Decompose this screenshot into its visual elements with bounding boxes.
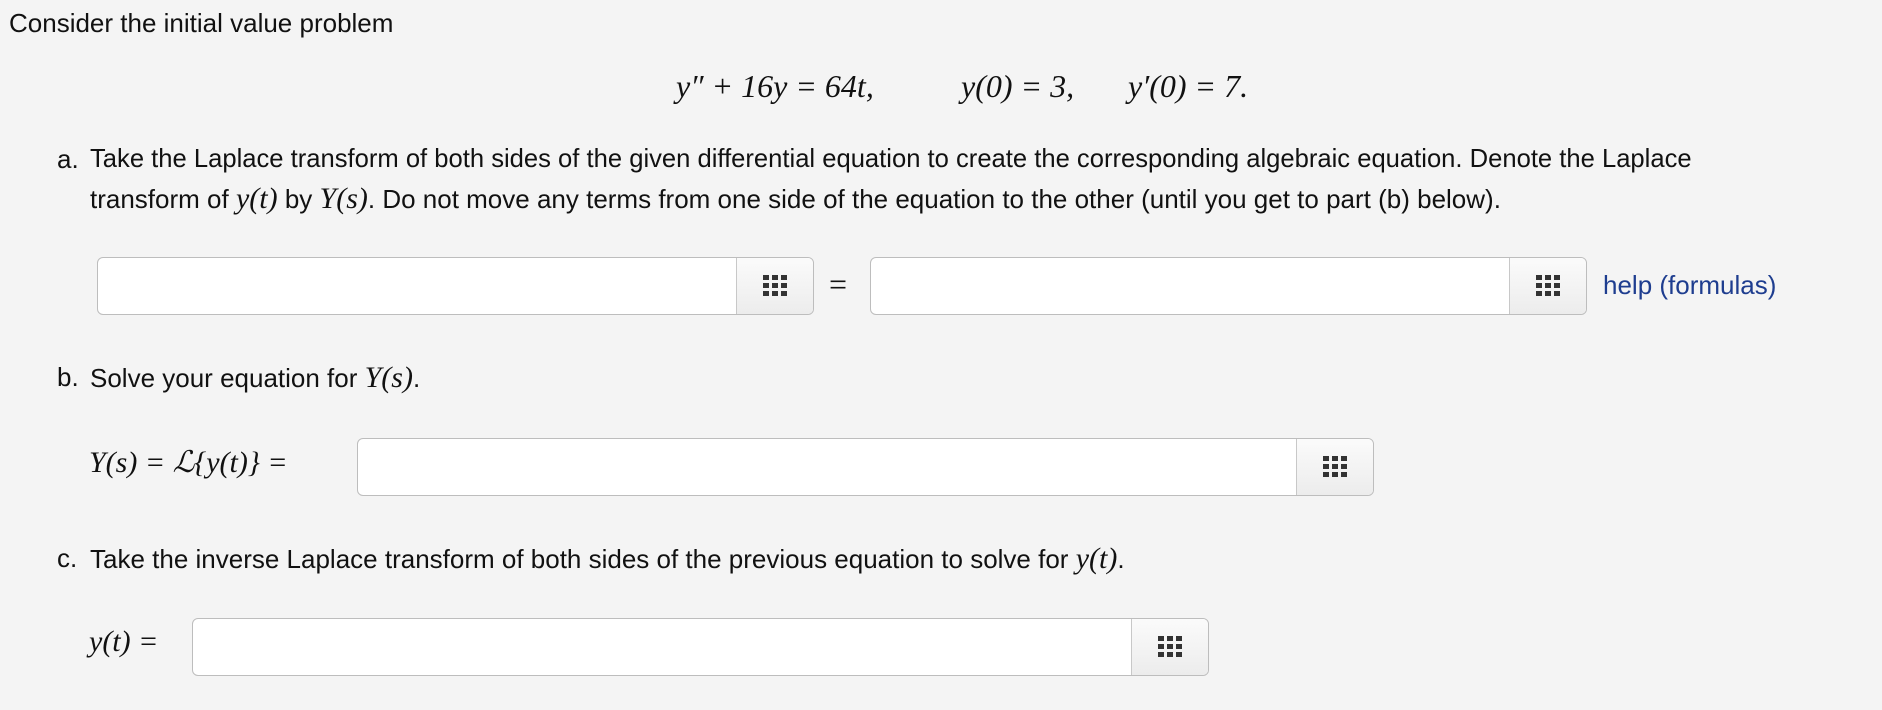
part-c-period: .	[1117, 544, 1125, 574]
equation-editor-button-b[interactable]	[1296, 439, 1373, 495]
grid-icon	[1536, 275, 1560, 296]
help-formulas-link[interactable]: help (formulas)	[1603, 266, 1776, 304]
grid-icon	[1323, 456, 1347, 477]
answer-a-left-input[interactable]	[98, 258, 736, 314]
part-a-Ys: Y(s)	[319, 182, 368, 215]
part-c-instruction: Take the inverse Laplace transform of bo…	[90, 539, 1125, 579]
part-b-period: .	[412, 363, 421, 393]
part-b-var: Y(s)	[364, 361, 413, 394]
part-c-prefix: y(t) =	[89, 625, 159, 658]
part-a-line1: Take the Laplace transform of both sides…	[90, 145, 1692, 173]
answer-a-left-field	[97, 257, 814, 315]
part-b-marker: b.	[57, 362, 79, 392]
part-c-marker: c.	[57, 543, 78, 573]
part-a-by: by	[284, 184, 313, 214]
equation-editor-button-a-right[interactable]	[1509, 258, 1586, 314]
initial-condition-1: y(0) = 3,	[961, 68, 1075, 104]
answer-c-input[interactable]	[193, 619, 1131, 675]
ode-equation: y″ + 16y = 64t,	[676, 68, 874, 104]
answer-a-right-input[interactable]	[871, 258, 1509, 314]
part-c-text: Take the inverse Laplace transform of bo…	[90, 544, 1069, 574]
part-a-line2-post: . Do not move any terms from one side of…	[367, 184, 1501, 214]
part-a-yt: y(t)	[235, 182, 278, 215]
part-b-text: Solve your equation for	[90, 363, 358, 393]
part-a-line2-pre: transform of	[90, 184, 229, 214]
grid-icon	[763, 275, 787, 296]
answer-b-input[interactable]	[358, 439, 1296, 495]
answer-c-field	[192, 618, 1209, 676]
equation-editor-button-c[interactable]	[1131, 619, 1208, 675]
part-b-instruction: Solve your equation for Y(s).	[90, 358, 420, 398]
initial-condition-2: y′(0) = 7.	[1128, 68, 1249, 104]
intro-text: Consider the initial value problem	[9, 8, 394, 38]
equals-sign: =	[829, 266, 848, 302]
grid-icon	[1158, 636, 1182, 657]
answer-b-field	[357, 438, 1374, 496]
answer-a-right-field	[870, 257, 1587, 315]
equation-editor-button-a-left[interactable]	[736, 258, 813, 314]
part-a-line2: transform of y(t) by Y(s). Do not move a…	[90, 179, 1501, 219]
part-c-var: y(t)	[1075, 542, 1118, 575]
part-b-prefix: Y(s) = ℒ{y(t)} =	[89, 446, 288, 479]
part-a-marker: a.	[57, 144, 79, 174]
